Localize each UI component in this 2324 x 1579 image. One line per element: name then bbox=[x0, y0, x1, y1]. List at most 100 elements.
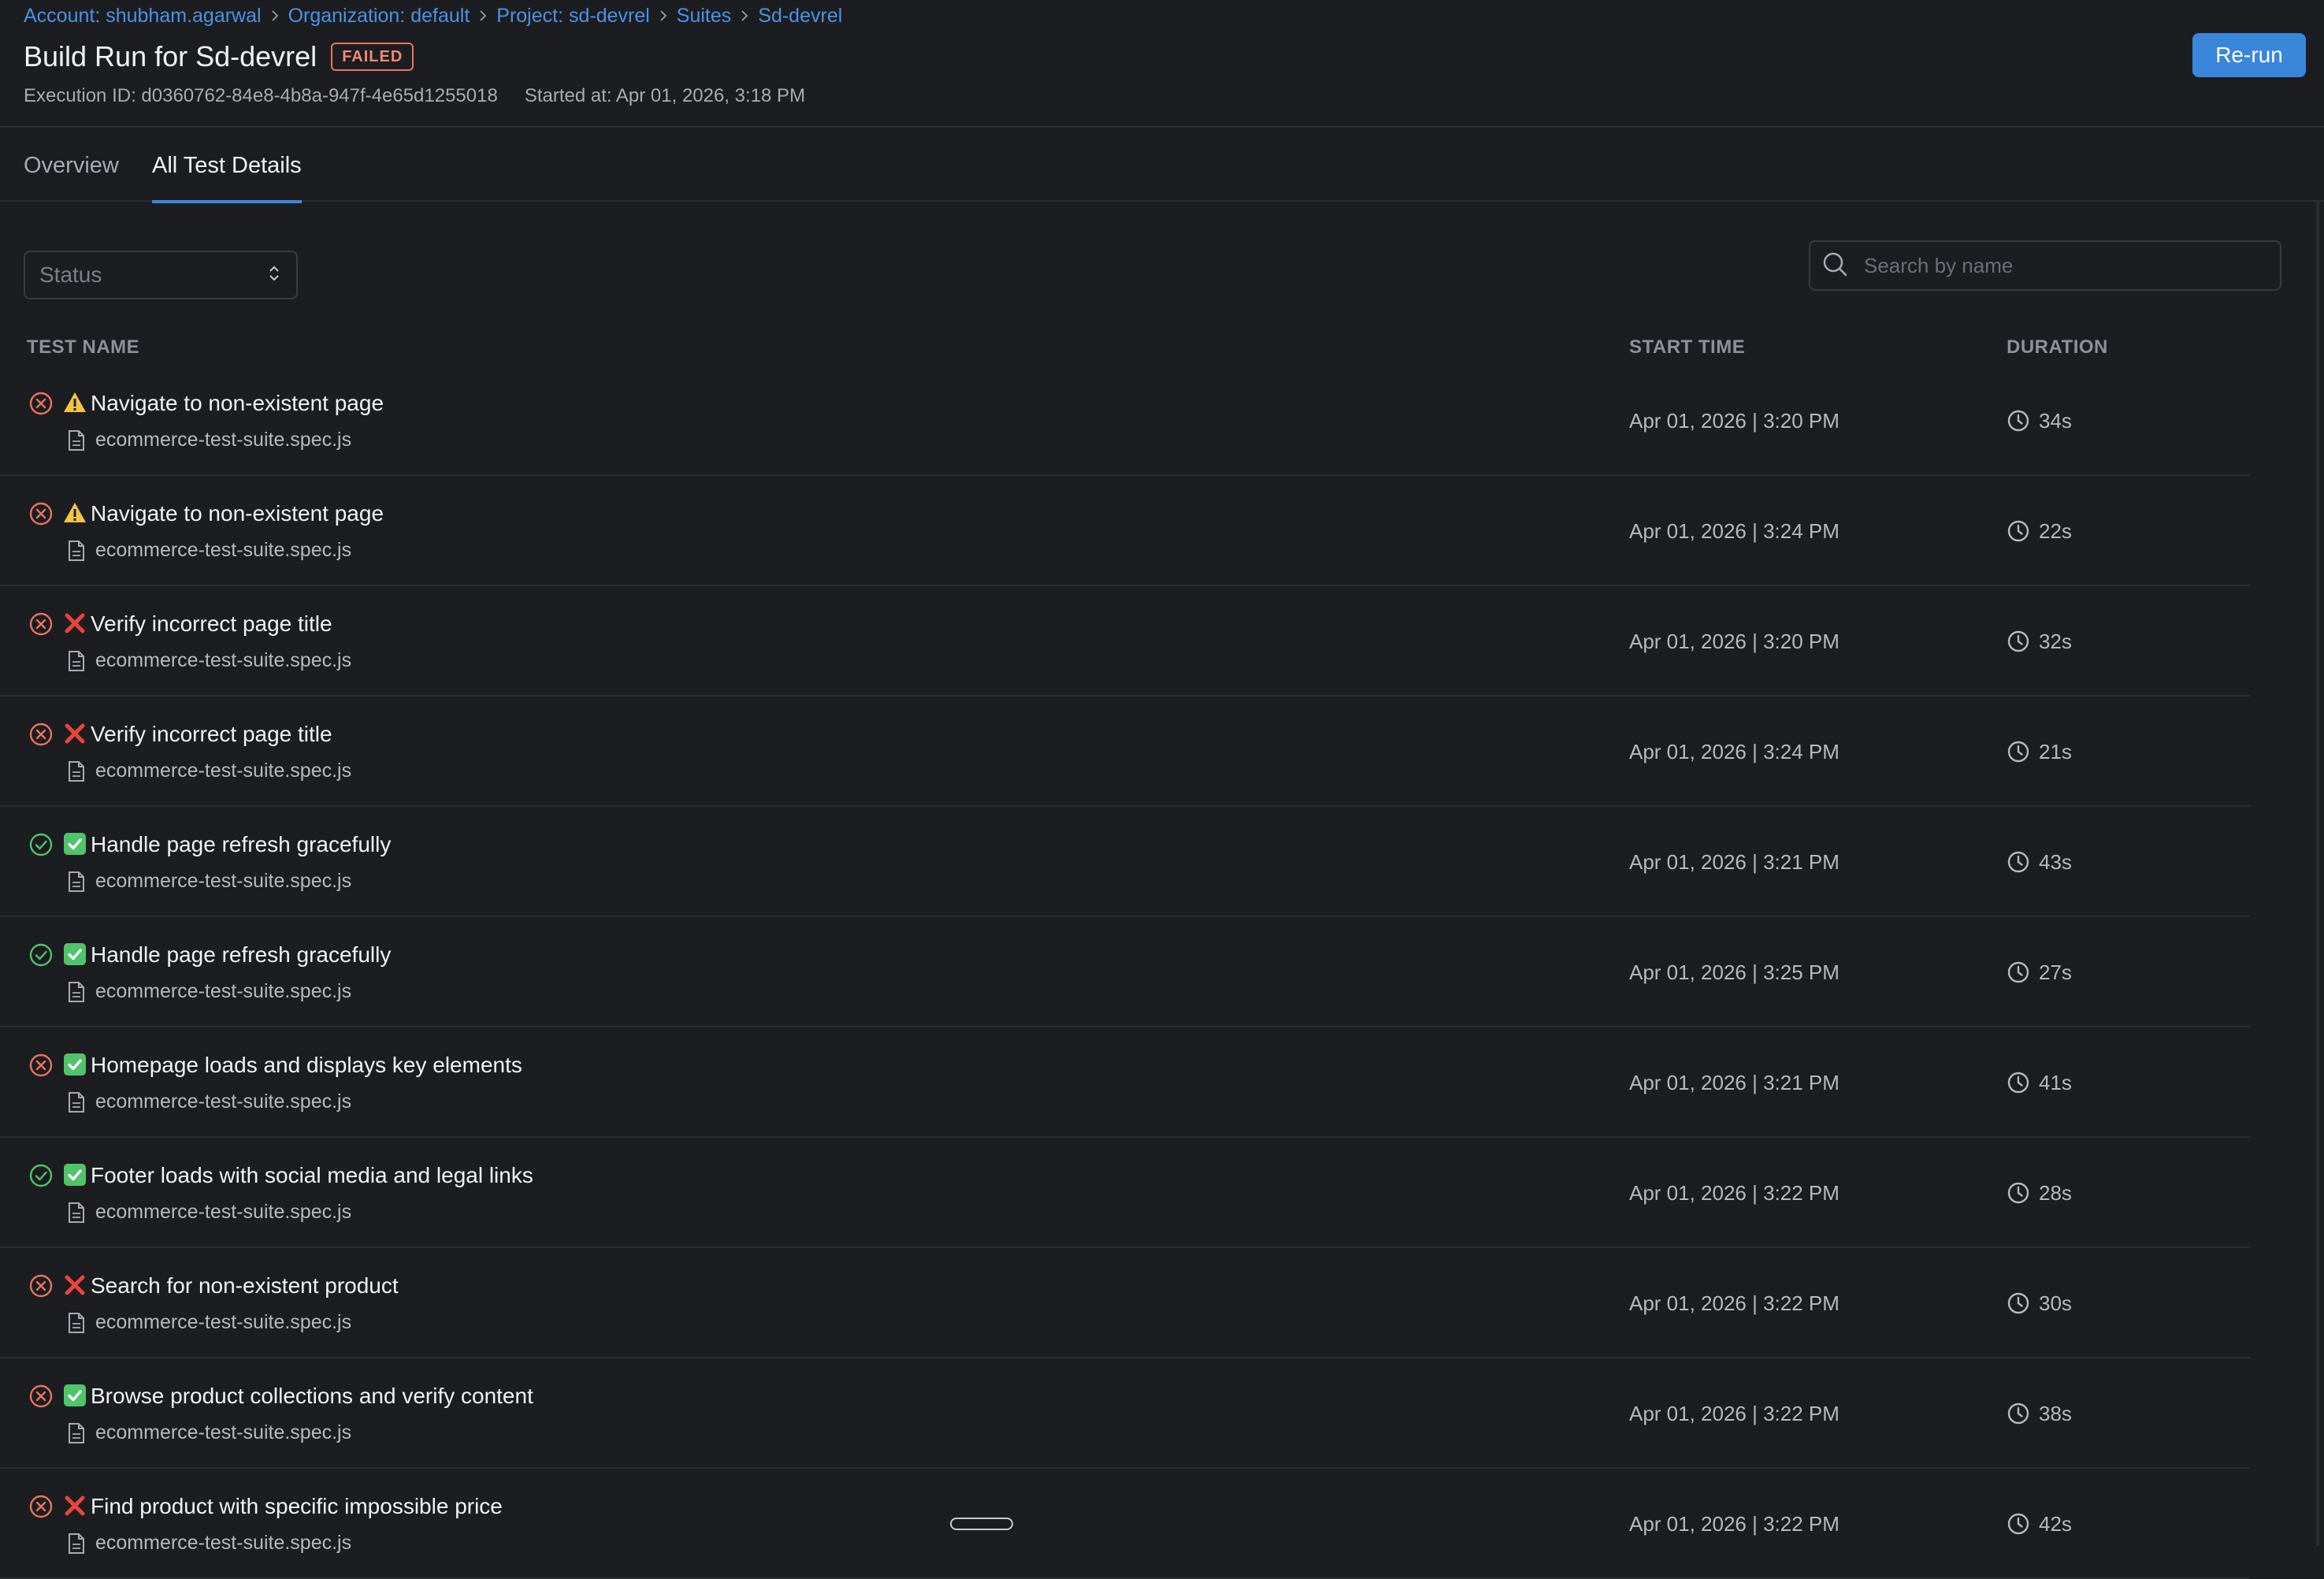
duration: 30s bbox=[2039, 1291, 2072, 1315]
tab-overview[interactable]: Overview bbox=[24, 129, 119, 202]
warning-icon bbox=[63, 391, 87, 414]
rerun-button[interactable]: Re-run bbox=[2192, 33, 2306, 77]
test-name[interactable]: Find product with specific impossible pr… bbox=[91, 1491, 503, 1522]
test-name[interactable]: Handle page refresh gracefully bbox=[91, 829, 391, 860]
check-circle-icon bbox=[28, 942, 54, 968]
start-time: Apr 01, 2026 | 3:22 PM bbox=[1629, 1291, 1840, 1315]
test-file: ecommerce-test-suite.spec.js bbox=[95, 869, 352, 892]
scrollbar[interactable] bbox=[2316, 202, 2319, 1546]
check-box-icon bbox=[63, 1053, 87, 1076]
table-row[interactable]: Verify incorrect page title ecommerce-tes… bbox=[0, 586, 2250, 697]
test-file: ecommerce-test-suite.spec.js bbox=[95, 1531, 352, 1554]
clock-icon bbox=[2007, 1291, 2030, 1315]
test-name[interactable]: Browse product collections and verify co… bbox=[91, 1380, 533, 1412]
start-time: Apr 01, 2026 | 3:22 PM bbox=[1629, 1180, 1840, 1205]
test-name[interactable]: Footer loads with social media and legal… bbox=[91, 1160, 533, 1191]
tab-all-test-details[interactable]: All Test Details bbox=[152, 129, 302, 203]
test-name[interactable]: Handle page refresh gracefully bbox=[91, 939, 391, 971]
test-name[interactable]: Verify incorrect page title bbox=[91, 608, 332, 640]
table-row[interactable]: Navigate to non-existent page ecommerce-t… bbox=[0, 476, 2250, 586]
test-name[interactable]: Homepage loads and displays key elements bbox=[91, 1050, 522, 1081]
file-icon bbox=[68, 1091, 85, 1113]
x-circle-icon bbox=[28, 391, 54, 416]
file-icon bbox=[68, 540, 85, 562]
table-row[interactable]: Handle page refresh gracefully ecommerce-… bbox=[0, 917, 2250, 1027]
duration: 32s bbox=[2039, 629, 2072, 653]
test-file: ecommerce-test-suite.spec.js bbox=[95, 759, 352, 782]
search-input[interactable] bbox=[1862, 250, 2280, 281]
check-circle-icon bbox=[28, 832, 54, 857]
clock-icon bbox=[2007, 1512, 2030, 1536]
test-name[interactable]: Navigate to non-existent page bbox=[91, 498, 384, 529]
file-icon bbox=[68, 1202, 85, 1224]
x-circle-icon bbox=[28, 1053, 54, 1078]
test-name[interactable]: Verify incorrect page title bbox=[91, 719, 332, 750]
breadcrumb-project[interactable]: Project: sd-devrel bbox=[496, 5, 650, 28]
scroll-indicator[interactable] bbox=[950, 1518, 1013, 1530]
breadcrumb-organization[interactable]: Organization: default bbox=[288, 5, 470, 28]
start-time: Apr 01, 2026 | 3:22 PM bbox=[1629, 1511, 1840, 1536]
page-title: Build Run for Sd-devrel bbox=[24, 40, 317, 72]
started-at: Started at: Apr 01, 2026, 3:18 PM bbox=[524, 85, 806, 106]
start-time: Apr 01, 2026 | 3:24 PM bbox=[1629, 518, 1840, 543]
clock-icon bbox=[2007, 960, 2030, 984]
run-meta: Execution ID: d0360762-84e8-4b8a-947f-4e… bbox=[24, 82, 805, 110]
test-file: ecommerce-test-suite.spec.js bbox=[95, 1421, 352, 1443]
duration: 42s bbox=[2039, 1511, 2072, 1536]
column-start-time[interactable]: START TIME bbox=[1629, 329, 1745, 366]
test-name[interactable]: Search for non-existent product bbox=[91, 1270, 399, 1302]
start-time: Apr 01, 2026 | 3:21 PM bbox=[1629, 1070, 1840, 1094]
table-row[interactable]: Navigate to non-existent page ecommerce-t… bbox=[0, 366, 2250, 476]
table-row[interactable]: Search for non-existent product ecommerce… bbox=[0, 1248, 2250, 1358]
status-filter-label: Status bbox=[39, 262, 102, 287]
check-box-icon bbox=[63, 1163, 87, 1187]
column-duration[interactable]: DURATION bbox=[2007, 329, 2108, 366]
table-row[interactable]: Handle page refresh gracefully ecommerce-… bbox=[0, 807, 2250, 917]
table-row[interactable]: Find product with specific impossible pr… bbox=[0, 1469, 2250, 1579]
file-icon bbox=[68, 1312, 85, 1334]
check-box-icon bbox=[63, 832, 87, 856]
chevron-right-icon bbox=[262, 2, 288, 30]
check-box-icon bbox=[63, 942, 87, 966]
duration: 41s bbox=[2039, 1070, 2072, 1094]
table-row[interactable]: Homepage loads and displays key elements… bbox=[0, 1027, 2250, 1138]
x-circle-icon bbox=[28, 611, 54, 637]
cross-mark-icon bbox=[63, 611, 87, 635]
file-icon bbox=[68, 871, 85, 893]
test-file: ecommerce-test-suite.spec.js bbox=[95, 979, 352, 1002]
clock-icon bbox=[2007, 850, 2030, 874]
clock-icon bbox=[2007, 409, 2030, 433]
duration: 28s bbox=[2039, 1180, 2072, 1205]
check-circle-icon bbox=[28, 1163, 54, 1188]
table-row[interactable]: Browse product collections and verify co… bbox=[0, 1358, 2250, 1469]
title-row: Build Run for Sd-devrel FAILED bbox=[24, 38, 414, 76]
chevron-up-down-icon bbox=[266, 263, 282, 288]
table-row[interactable]: Verify incorrect page title ecommerce-tes… bbox=[0, 697, 2250, 807]
start-time: Apr 01, 2026 | 3:25 PM bbox=[1629, 960, 1840, 984]
chevron-right-icon bbox=[470, 2, 496, 30]
clock-icon bbox=[2007, 630, 2030, 653]
column-test-name[interactable]: TEST NAME bbox=[27, 329, 139, 366]
x-circle-icon bbox=[28, 1494, 54, 1519]
breadcrumb-suite[interactable]: Sd-devrel bbox=[758, 5, 842, 28]
file-icon bbox=[68, 1422, 85, 1444]
test-name[interactable]: Navigate to non-existent page bbox=[91, 388, 384, 419]
duration: 27s bbox=[2039, 960, 2072, 984]
cross-mark-icon bbox=[63, 1494, 87, 1518]
clock-icon bbox=[2007, 1071, 2030, 1094]
duration: 22s bbox=[2039, 518, 2072, 543]
check-box-icon bbox=[63, 1384, 87, 1407]
status-filter-select[interactable]: Status bbox=[24, 251, 298, 299]
breadcrumb-suites[interactable]: Suites bbox=[677, 5, 731, 28]
start-time: Apr 01, 2026 | 3:20 PM bbox=[1629, 629, 1840, 653]
test-file: ecommerce-test-suite.spec.js bbox=[95, 1090, 352, 1113]
test-file: ecommerce-test-suite.spec.js bbox=[95, 648, 352, 671]
breadcrumb-account[interactable]: Account: shubham.agarwal bbox=[24, 5, 262, 28]
execution-id: Execution ID: d0360762-84e8-4b8a-947f-4e… bbox=[24, 85, 498, 106]
cross-mark-icon bbox=[63, 1273, 87, 1297]
test-list: Navigate to non-existent page ecommerce-t… bbox=[0, 366, 2250, 1579]
x-circle-icon bbox=[28, 1384, 54, 1409]
test-file: ecommerce-test-suite.spec.js bbox=[95, 1200, 352, 1223]
table-row[interactable]: Footer loads with social media and legal… bbox=[0, 1138, 2250, 1248]
duration: 21s bbox=[2039, 739, 2072, 763]
